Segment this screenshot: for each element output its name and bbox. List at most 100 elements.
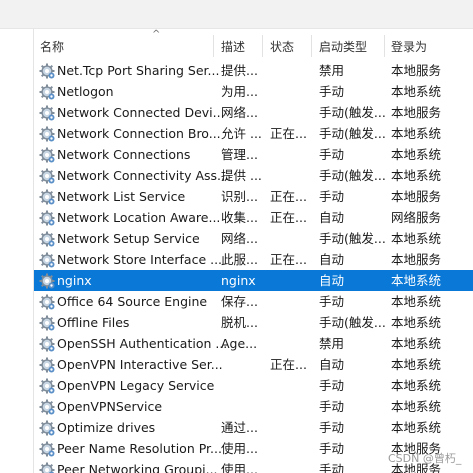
column-divider[interactable] <box>213 35 214 57</box>
service-row[interactable]: Optimize drives 通过... 手动 本地系统 <box>34 417 473 438</box>
service-row[interactable]: Network List Service 识别... 正在... 手动 本地服务 <box>34 186 473 207</box>
gear-icon <box>38 251 56 269</box>
gear-icon <box>38 83 56 101</box>
service-startup-type: 手动 <box>319 294 345 309</box>
service-row[interactable]: Network Location Aware... 收集... 正在... 自动 网络服… <box>34 207 473 228</box>
service-row[interactable]: Netlogon 为用... 手动 本地系统 <box>34 81 473 102</box>
column-header-status[interactable]: 状态 <box>270 39 310 59</box>
service-startup-type: 手动 <box>319 147 345 162</box>
column-header-startup-type[interactable]: 启动类型 <box>319 39 387 59</box>
service-startup-type: 自动 <box>319 357 345 372</box>
service-description: nginx <box>221 273 256 288</box>
service-name: Network Connection Bro... <box>57 126 221 141</box>
service-log-on-as: 本地系统 <box>391 273 442 288</box>
service-row[interactable]: Office 64 Source Engine 保存... 手动 本地系统 <box>34 291 473 312</box>
service-row[interactable]: Network Connected Devi... 网络... 手动(触发... 本地… <box>34 102 473 123</box>
column-header-row: ^ 名称 描述 状态 启动类型 登录为 <box>34 29 473 61</box>
service-row[interactable]: Offline Files 脱机... 手动(触发... 本地系统 <box>34 312 473 333</box>
service-name: Network List Service <box>57 189 186 204</box>
service-description: 允许 ... <box>221 126 262 141</box>
service-status <box>270 60 314 81</box>
column-header-name[interactable]: 名称 <box>40 39 210 59</box>
service-row[interactable]: OpenVPN Interactive Ser... 正在... 自动 本地系统 <box>34 354 473 375</box>
service-description: 网络... <box>221 231 258 246</box>
service-log-on-as: 本地系统 <box>391 168 442 183</box>
service-startup-type: 自动 <box>319 252 345 267</box>
gear-icon <box>38 461 56 473</box>
service-status <box>270 396 314 417</box>
service-description: 管理... <box>221 147 258 162</box>
service-status <box>270 102 314 123</box>
service-name: OpenVPNService <box>57 399 163 414</box>
service-row[interactable]: Network Connectivity Ass... 提供 ... 手动(触发..… <box>34 165 473 186</box>
gear-icon <box>38 188 56 206</box>
service-row[interactable]: Net.Tcp Port Sharing Ser... 提供... 禁用 本地服务 <box>34 60 473 81</box>
service-startup-type: 自动 <box>319 210 345 225</box>
gear-icon <box>38 104 56 122</box>
service-row[interactable]: Network Connection Bro... 允许 ... 正在... 手动(触… <box>34 123 473 144</box>
service-name: Network Connections <box>57 147 191 162</box>
service-name: OpenSSH Authentication ... <box>57 336 228 351</box>
service-name: Network Location Aware... <box>57 210 221 225</box>
service-status <box>270 333 314 354</box>
service-row[interactable]: OpenSSH Authentication ... Age... 禁用 本地系统 <box>34 333 473 354</box>
gear-icon <box>38 62 56 80</box>
column-divider[interactable] <box>311 35 312 57</box>
service-log-on-as: 本地系统 <box>391 147 442 162</box>
service-status <box>270 291 314 312</box>
service-startup-type: 禁用 <box>319 336 345 351</box>
service-description: 收集... <box>221 210 258 225</box>
service-name: Network Store Interface ... <box>57 252 223 267</box>
service-row[interactable]: Network Connections 管理... 手动 本地系统 <box>34 144 473 165</box>
service-status: 正在... <box>270 357 307 372</box>
service-description: 识别... <box>221 189 258 204</box>
service-startup-type: 手动(触发... <box>319 105 386 120</box>
service-startup-type: 手动 <box>319 420 345 435</box>
service-startup-type: 自动 <box>319 273 345 288</box>
gear-icon <box>38 146 56 164</box>
service-name: Network Setup Service <box>57 231 200 246</box>
service-name: Office 64 Source Engine <box>57 294 208 309</box>
service-description: 提供 ... <box>221 168 262 183</box>
service-description: 使用... <box>221 462 258 473</box>
service-status <box>270 417 314 438</box>
watermark: CSDN @曾朽_ <box>388 452 462 465</box>
service-status <box>270 228 314 249</box>
service-status <box>270 312 314 333</box>
service-description: 网络... <box>221 105 258 120</box>
service-status <box>270 459 314 473</box>
service-name: Peer Networking Groupi... <box>57 462 218 473</box>
service-startup-type: 手动(触发... <box>319 315 386 330</box>
gear-icon <box>38 167 56 185</box>
column-divider[interactable] <box>384 35 385 57</box>
column-header-description[interactable]: 描述 <box>221 39 261 59</box>
service-name: OpenVPN Legacy Service <box>57 378 215 393</box>
gear-icon <box>38 419 56 437</box>
service-description <box>221 375 265 396</box>
service-log-on-as: 本地服务 <box>391 252 442 267</box>
service-description: 保存... <box>221 294 258 309</box>
column-header-log-on-as[interactable]: 登录为 <box>391 39 461 59</box>
service-name: Offline Files <box>57 315 130 330</box>
service-startup-type: 手动 <box>319 378 345 393</box>
gear-icon <box>38 398 56 416</box>
service-row[interactable]: Network Store Interface ... 此服... 正在... 自动 本… <box>34 249 473 270</box>
service-log-on-as: 本地系统 <box>391 357 442 372</box>
service-row[interactable]: OpenVPN Legacy Service 手动 本地系统 <box>34 375 473 396</box>
gear-icon <box>38 209 56 227</box>
service-startup-type: 手动(触发... <box>319 231 386 246</box>
window-top-strip <box>0 0 473 29</box>
service-row[interactable]: Network Setup Service 网络... 手动(触发... 本地系统 <box>34 228 473 249</box>
service-startup-type: 手动 <box>319 399 345 414</box>
service-row[interactable]: OpenVPNService 手动 本地系统 <box>34 396 473 417</box>
service-name: Optimize drives <box>57 420 156 435</box>
gear-icon <box>38 272 56 290</box>
service-log-on-as: 本地系统 <box>391 231 442 246</box>
service-row[interactable]: nginx nginx 自动 本地系统 <box>34 270 473 291</box>
left-panel <box>0 29 34 473</box>
service-description: Age... <box>221 336 258 351</box>
service-description: 提供... <box>221 63 258 78</box>
service-name: Netlogon <box>57 84 114 99</box>
service-log-on-as: 本地系统 <box>391 378 442 393</box>
column-divider[interactable] <box>262 35 263 57</box>
